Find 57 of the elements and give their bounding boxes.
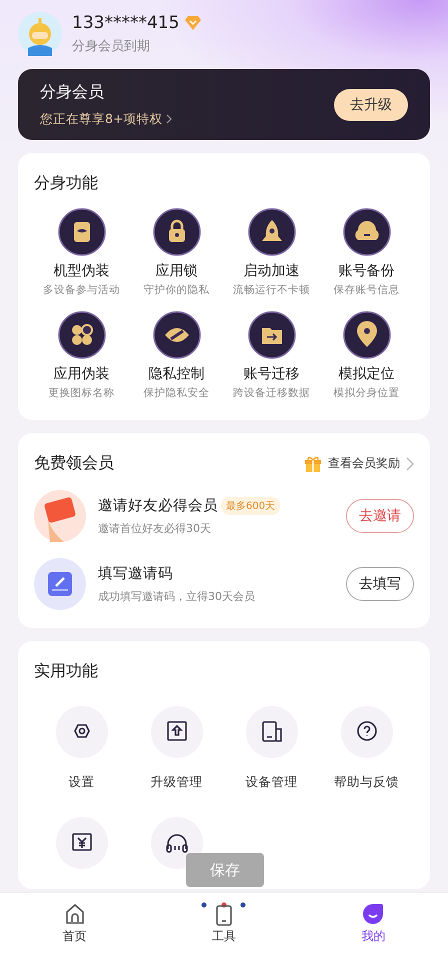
eye-icon[interactable] [152,311,200,359]
feature-name: 应用锁 [156,262,198,280]
task-title: 填写邀请码 [98,565,173,583]
gift-icon [304,454,322,472]
section-title: 分身功能 [34,173,99,194]
pencil-icon [34,558,86,610]
task-description: 邀请首位好友必得30天 [98,521,212,536]
feature-description: 多设备参与活动 [43,283,120,297]
invite-button[interactable]: 去邀请 [346,499,414,533]
lock-icon[interactable] [152,208,200,256]
fill-in-button[interactable]: 去填写 [346,567,414,601]
toast: 保存 [186,853,264,887]
member-title: 分身会员 [40,82,105,102]
feature-description: 跨设备迁移数据 [233,386,310,400]
tablet-icon [200,902,247,926]
feature-name: 隐私控制 [148,365,204,383]
feature-name: 账号迁移 [244,365,300,383]
feature-description: 更换图标名称 [48,386,114,400]
tool-label: 设置 [68,774,94,791]
tool-label: 帮助与反馈 [334,774,399,791]
rocket-icon[interactable] [248,208,296,256]
avatar [18,12,62,56]
section-title: 实用功能 [34,661,99,682]
section-title: 免费领会员 [34,453,114,474]
tool-label: 升级管理 [150,774,202,791]
location-pin-icon[interactable] [342,311,390,359]
feature-description: 流畅运行不卡顿 [233,283,310,297]
rewards-link[interactable]: 查看会员奖励 [328,455,400,472]
reward-tag: 最多600天 [221,496,280,514]
smile-icon [361,902,386,926]
feature-name: 账号备份 [338,262,394,280]
tab[interactable]: 首页 [0,893,150,953]
feature-description: 保护隐私安全 [144,386,210,400]
chevron-right-icon [166,114,172,124]
upgrade-button[interactable]: 去升级 [334,88,408,120]
feature-name: 机型伪装 [54,262,110,280]
membership-status: 分身会员到期 [72,38,151,55]
folder-icon[interactable] [248,311,296,359]
feature-description: 保存账号信息 [334,283,400,297]
task-description: 成功填写邀请码，立得30天会员 [98,589,255,604]
feature-description: 守护你的隐私 [144,283,210,297]
task-title: 邀请好友必得会员 [98,497,218,515]
chevron-right-icon [406,456,414,470]
phone-number: 133*****415 [72,13,180,33]
member-card[interactable]: 分身会员 您正在尊享8+项特权 去升级 [18,69,430,140]
cloud-icon[interactable] [342,208,390,256]
tab[interactable]: 我的 [298,893,448,953]
feature-description: 模拟分身位置 [334,386,400,400]
feature-name: 启动加速 [244,262,300,280]
tab[interactable]: 工具 [149,893,299,953]
vip-card-icon [34,490,86,542]
clover-icon[interactable] [58,311,106,359]
feature-name: 应用伪装 [54,365,110,383]
member-subtitle: 您正在尊享8+项特权 [40,110,162,128]
mask-icon[interactable] [58,208,106,256]
tool-label: 设备管理 [246,774,298,791]
feature-name: 模拟定位 [338,365,394,383]
